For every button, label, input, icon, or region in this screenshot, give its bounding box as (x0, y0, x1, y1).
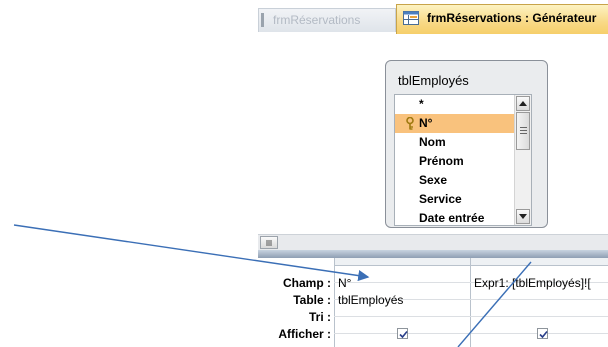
checkmark-icon (399, 330, 408, 339)
champ-cell-col2[interactable]: Expr1: [tblEmployés]![ (471, 275, 608, 291)
field-item-label: N° (419, 116, 433, 130)
grip-line (520, 130, 527, 131)
grip-line (520, 133, 527, 134)
scroll-up-button[interactable] (516, 96, 530, 111)
table-cell-col2[interactable] (471, 292, 608, 308)
grip-icon (266, 240, 272, 246)
tab-frmreservations[interactable]: frmRéservations (258, 8, 396, 32)
row-label-table: Table : (293, 293, 331, 307)
document-tab-strip: frmRéservations frmRéservations : Généra… (258, 0, 608, 34)
scroll-down-button[interactable] (516, 209, 530, 224)
field-item-all[interactable]: * (395, 95, 515, 114)
tab-frmreservations-generateur[interactable]: frmRéservations : Générateur (396, 4, 608, 34)
field-list-scrollbar[interactable] (514, 95, 531, 225)
tab-edge (261, 13, 264, 27)
scroll-thumb[interactable] (516, 112, 530, 150)
table-cell-col1[interactable]: tblEmployés (335, 292, 470, 308)
tri-cell-col2[interactable] (471, 309, 608, 325)
design-pane-horizontal-scrollbar[interactable] (258, 234, 608, 250)
field-item-service[interactable]: Service (395, 190, 515, 209)
scroll-thumb[interactable] (260, 236, 278, 249)
field-item-numero[interactable]: N° (395, 114, 515, 133)
pane-splitter[interactable] (258, 250, 608, 258)
champ-cell-col1[interactable]: N° (335, 275, 470, 291)
field-list-window-tblemployes[interactable]: tblEmployés * N° Nom Prénom Sexe Service… (385, 60, 548, 228)
grid-line (334, 333, 608, 334)
row-label-champ: Champ : (283, 276, 331, 290)
tab-label: frmRéservations : Générateur (427, 11, 597, 25)
query-design-grid: Champ : Table : Tri : Afficher : N° Expr… (258, 258, 608, 347)
afficher-checkbox-col1[interactable] (397, 328, 408, 339)
field-list[interactable]: * N° Nom Prénom Sexe Service Date entrée (394, 94, 532, 226)
column-selector-bar[interactable] (334, 258, 608, 266)
row-label-tri: Tri : (308, 310, 331, 324)
field-item-date-entree[interactable]: Date entrée (395, 209, 515, 225)
query-design-icon (403, 11, 419, 25)
grip-line (520, 127, 527, 128)
field-item-sexe[interactable]: Sexe (395, 171, 515, 190)
table-design-pane: tblEmployés * N° Nom Prénom Sexe Service… (258, 34, 608, 234)
field-list-title: tblEmployés (398, 73, 469, 88)
field-item-prenom[interactable]: Prénom (395, 152, 515, 171)
tab-label: frmRéservations (273, 13, 361, 27)
query-designer-window: frmRéservations frmRéservations : Généra… (258, 0, 608, 347)
checkmark-icon (539, 330, 548, 339)
tri-cell-col1[interactable] (335, 309, 470, 325)
row-label-afficher: Afficher : (278, 327, 331, 341)
chevron-up-icon (519, 101, 527, 106)
primary-key-icon (406, 117, 414, 130)
field-item-nom[interactable]: Nom (395, 133, 515, 152)
chevron-down-icon (519, 214, 527, 219)
afficher-checkbox-col2[interactable] (537, 328, 548, 339)
